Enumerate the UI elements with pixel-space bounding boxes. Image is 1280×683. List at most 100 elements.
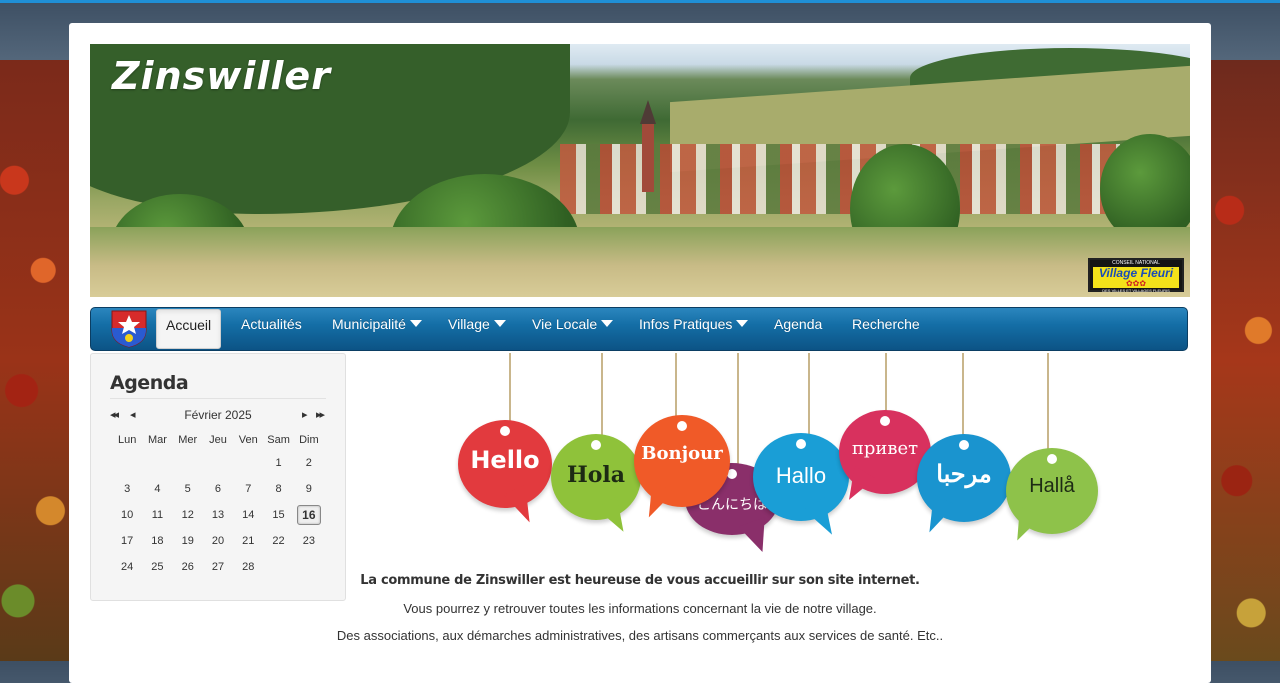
calendar-day[interactable]: 14 (233, 502, 263, 528)
greetings-illustration: こんにちは Hello Hola Bonjour Hallo привет مر… (458, 353, 1100, 558)
greeting-text: Hola (566, 462, 626, 488)
welcome-heading: La commune de Zinswiller est heureuse de… (360, 573, 920, 588)
calendar-day[interactable]: 2 (294, 450, 324, 476)
nav-item-recherche[interactable]: Recherche (852, 308, 920, 350)
bubble-pin (1047, 454, 1057, 464)
calendar-day[interactable]: 19 (173, 528, 203, 554)
weekday-label: Lun (117, 434, 137, 446)
weekday-label: Mer (178, 434, 198, 446)
chevron-down-icon (493, 320, 506, 327)
weekday-label: Ven (238, 434, 258, 446)
calendar-header: ◂◂ ◂ Février 2025 ▸ ▸▸ (110, 408, 326, 424)
nav-item-vie-locale[interactable]: Vie Locale (532, 308, 614, 350)
nav-item-label: Municipalité (332, 316, 406, 332)
calendar-month: Février 2025 (184, 408, 252, 422)
calendar-day (203, 450, 233, 476)
calendar-day[interactable]: 18 (142, 528, 172, 554)
calendar-day[interactable]: 9 (294, 476, 324, 502)
speech-bubble-hola: Hola (551, 434, 641, 538)
calendar-week-row: 10 11 12 13 14 15 16 (112, 502, 324, 528)
welcome-text: Des associations, aux démarches administ… (336, 628, 944, 643)
nav-item-label: Infos Pratiques (639, 316, 733, 332)
nav-item-label: Recherche (852, 316, 920, 332)
background-foliage-left (0, 60, 72, 661)
site-logo-text: Zinswiller (112, 54, 331, 98)
calendar-weekday-row: Lun Mar Mer Jeu Ven Sam Dim (112, 430, 324, 450)
bubble-tail (1006, 506, 1042, 546)
next-month-icon[interactable]: ▸ (302, 408, 307, 421)
calendar-day (112, 450, 142, 476)
bubble-tail (637, 481, 675, 523)
calendar-day[interactable]: 21 (233, 528, 263, 554)
calendar-day[interactable]: 4 (142, 476, 172, 502)
background-foliage-right (1208, 60, 1280, 661)
calendar-day (233, 450, 263, 476)
calendar-day[interactable]: 1 (263, 450, 293, 476)
greeting-text: مرحبا (936, 461, 992, 488)
calendar-day[interactable]: 6 (203, 476, 233, 502)
nav-item-label: Actualités (241, 316, 302, 332)
nav-item-infos-pratiques[interactable]: Infos Pratiques (639, 308, 749, 350)
hanging-string (737, 353, 739, 478)
speech-bubble-hello: Hello (458, 420, 552, 528)
nav-item-actualites[interactable]: Actualités (241, 308, 302, 350)
calendar-day[interactable]: 12 (173, 502, 203, 528)
nav-item-agenda[interactable]: Agenda (774, 308, 822, 350)
site-logo[interactable]: Zinswiller (112, 54, 331, 98)
calendar-day[interactable]: 8 (263, 476, 293, 502)
speech-bubble-hallo: Hallo (753, 433, 849, 541)
bubble-pin (959, 440, 969, 450)
calendar-day[interactable]: 7 (233, 476, 263, 502)
bubble-tail (596, 496, 634, 538)
calendar-day[interactable]: 22 (263, 528, 293, 554)
calendar-week-row: 17 18 19 20 21 22 23 (112, 528, 324, 554)
divider (110, 398, 326, 399)
village-fleuri-badge: CONSEIL NATIONAL Village Fleuri ✿✿✿ DES … (1088, 258, 1184, 293)
weekday-label: Jeu (209, 434, 227, 446)
calendar-grid: Lun Mar Mer Jeu Ven Sam Dim 1 2 3 4 5 6 … (112, 430, 324, 580)
weekday-label: Sam (267, 434, 290, 446)
header-banner[interactable]: Zinswiller CONSEIL NATIONAL Village Fleu… (90, 44, 1190, 297)
greeting-text: привет (851, 438, 919, 459)
calendar-day[interactable]: 11 (142, 502, 172, 528)
welcome-text: Vous pourrez y retrouver toutes les info… (403, 601, 877, 616)
calendar-week-row: 3 4 5 6 7 8 9 (112, 476, 324, 502)
weekday-label: Mar (147, 434, 167, 446)
bubble-pin (796, 439, 806, 449)
coat-of-arms-icon[interactable] (111, 310, 147, 348)
bubble-tail (503, 484, 541, 528)
top-accent-line (0, 0, 1280, 3)
badge-flowers: ✿✿✿ (1093, 280, 1179, 288)
badge-bottom-text: DES VILLES ET VILLAGES FLEURIS (1102, 288, 1170, 293)
hanging-string (1047, 353, 1049, 463)
chevron-down-icon (736, 320, 749, 327)
calendar-week-row: 1 2 (112, 450, 324, 476)
greeting-text: Bonjour (641, 443, 723, 464)
calendar-day[interactable]: 15 (263, 502, 293, 528)
agenda-title: Agenda (110, 372, 189, 394)
bubble-pin (880, 416, 890, 426)
nav-item-municipalite[interactable]: Municipalité (332, 308, 422, 350)
next-year-icon[interactable]: ▸▸ (316, 408, 325, 421)
calendar-day[interactable]: 23 (294, 528, 324, 554)
calendar-day[interactable]: 17 (112, 528, 142, 554)
bubble-tail (738, 517, 776, 557)
calendar-day[interactable]: 10 (112, 502, 142, 528)
nav-item-accueil[interactable]: Accueil (156, 309, 222, 349)
nav-item-village[interactable]: Village (448, 308, 506, 350)
calendar-day (173, 450, 203, 476)
greeting-text: Hello (470, 446, 540, 474)
page-container: Zinswiller CONSEIL NATIONAL Village Fleu… (69, 23, 1211, 683)
greeting-text: Hallå (1029, 475, 1075, 497)
nav-item-label: Agenda (774, 316, 823, 332)
calendar-day-today[interactable]: 16 (294, 502, 324, 528)
agenda-widget: Agenda ◂◂ ◂ Février 2025 ▸ ▸▸ Lun Mar Me… (90, 353, 346, 601)
calendar-day[interactable]: 13 (203, 502, 233, 528)
greeting-text: Hallo (775, 463, 827, 488)
calendar-day[interactable]: 3 (112, 476, 142, 502)
chevron-down-icon (409, 320, 422, 327)
calendar-day[interactable]: 20 (203, 528, 233, 554)
speech-bubble-halla: Hallå (1006, 448, 1098, 546)
calendar-day[interactable]: 5 (173, 476, 203, 502)
bubble-tail (803, 497, 843, 541)
